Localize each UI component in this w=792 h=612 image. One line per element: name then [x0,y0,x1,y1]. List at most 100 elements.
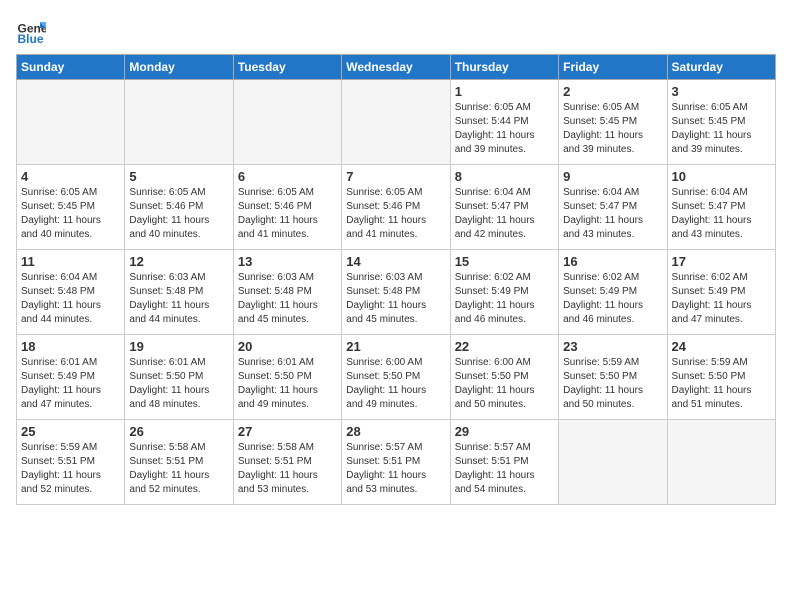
day-info: Sunrise: 5:59 AM Sunset: 5:51 PM Dayligh… [21,441,120,497]
calendar-cell: 24 Sunrise: 5:59 AM Sunset: 5:50 PM Dayli… [667,335,775,420]
day-info: Sunrise: 6:02 AM Sunset: 5:49 PM Dayligh… [563,271,662,327]
weekday-header-wednesday: Wednesday [342,55,450,80]
calendar-cell: 14Sunrise: 6:03 AM Sunset: 5:48 PM Dayli… [342,250,450,335]
day-number: 15 [455,254,554,269]
day-number: 24 [672,339,771,354]
day-number: 23 [563,339,662,354]
day-info: Sunrise: 6:05 AM Sunset: 5:45 PM Dayligh… [563,101,662,157]
weekday-header-sunday: Sunday [17,55,125,80]
day-info: Sunrise: 6:00 AM Sunset: 5:50 PM Dayligh… [455,356,554,412]
calendar-cell: 29 Sunrise: 5:57 AM Sunset: 5:51 PM Dayli… [450,420,558,505]
day-number: 6 [238,169,337,184]
day-number: 4 [21,169,120,184]
calendar-cell: 23 Sunrise: 5:59 AM Sunset: 5:50 PM Dayli… [559,335,667,420]
svg-text:Blue: Blue [18,32,44,46]
day-info: Sunrise: 6:01 AM Sunset: 5:50 PM Dayligh… [238,356,337,412]
day-number: 2 [563,84,662,99]
day-number: 1 [455,84,554,99]
calendar-cell: 9 Sunrise: 6:04 AM Sunset: 5:47 PM Daylig… [559,165,667,250]
calendar-cell: 5 Sunrise: 6:05 AM Sunset: 5:46 PM Daylig… [125,165,233,250]
day-number: 22 [455,339,554,354]
calendar-cell: 12 Sunrise: 6:03 AM Sunset: 5:48 PM Dayli… [125,250,233,335]
calendar-cell: 7 Sunrise: 6:05 AM Sunset: 5:46 PM Daylig… [342,165,450,250]
calendar-cell: 28 Sunrise: 5:57 AM Sunset: 5:51 PM Dayli… [342,420,450,505]
calendar-cell [559,420,667,505]
day-number: 3 [672,84,771,99]
day-info: Sunrise: 6:02 AM Sunset: 5:49 PM Dayligh… [455,271,554,327]
day-info: Sunrise: 5:58 AM Sunset: 5:51 PM Dayligh… [238,441,337,497]
day-number: 16 [563,254,662,269]
day-info: Sunrise: 5:59 AM Sunset: 5:50 PM Dayligh… [672,356,771,412]
day-number: 19 [129,339,228,354]
day-number: 5 [129,169,228,184]
calendar-cell: 18Sunrise: 6:01 AM Sunset: 5:49 PM Dayli… [17,335,125,420]
day-number: 25 [21,424,120,439]
calendar-cell: 26 Sunrise: 5:58 AM Sunset: 5:51 PM Dayli… [125,420,233,505]
calendar-cell: 17 Sunrise: 6:02 AM Sunset: 5:49 PM Dayli… [667,250,775,335]
day-info: Sunrise: 6:05 AM Sunset: 5:44 PM Dayligh… [455,101,554,157]
day-info: Sunrise: 6:05 AM Sunset: 5:46 PM Dayligh… [346,186,445,242]
calendar-cell: 1 Sunrise: 6:05 AM Sunset: 5:44 PM Daylig… [450,80,558,165]
calendar-cell: 2 Sunrise: 6:05 AM Sunset: 5:45 PM Daylig… [559,80,667,165]
day-info: Sunrise: 6:05 AM Sunset: 5:45 PM Dayligh… [672,101,771,157]
day-info: Sunrise: 6:02 AM Sunset: 5:49 PM Dayligh… [672,271,771,327]
day-number: 13 [238,254,337,269]
day-info: Sunrise: 6:04 AM Sunset: 5:47 PM Dayligh… [563,186,662,242]
calendar-table: SundayMondayTuesdayWednesdayThursdayFrid… [16,54,776,505]
calendar-cell: 3 Sunrise: 6:05 AM Sunset: 5:45 PM Daylig… [667,80,775,165]
day-info: Sunrise: 5:58 AM Sunset: 5:51 PM Dayligh… [129,441,228,497]
calendar-cell: 15 Sunrise: 6:02 AM Sunset: 5:49 PM Dayli… [450,250,558,335]
day-number: 28 [346,424,445,439]
calendar-cell: 13 Sunrise: 6:03 AM Sunset: 5:48 PM Dayli… [233,250,341,335]
calendar-cell: 22 Sunrise: 6:00 AM Sunset: 5:50 PM Dayli… [450,335,558,420]
day-number: 27 [238,424,337,439]
day-number: 26 [129,424,228,439]
weekday-header-monday: Monday [125,55,233,80]
day-number: 17 [672,254,771,269]
calendar-cell: 4 Sunrise: 6:05 AM Sunset: 5:45 PM Daylig… [17,165,125,250]
day-number: 29 [455,424,554,439]
calendar-cell: 20 Sunrise: 6:01 AM Sunset: 5:50 PM Dayli… [233,335,341,420]
day-info: Sunrise: 6:04 AM Sunset: 5:47 PM Dayligh… [672,186,771,242]
calendar-cell: 6 Sunrise: 6:05 AM Sunset: 5:46 PM Daylig… [233,165,341,250]
weekday-header-thursday: Thursday [450,55,558,80]
calendar-cell: 19 Sunrise: 6:01 AM Sunset: 5:50 PM Dayli… [125,335,233,420]
calendar-cell [125,80,233,165]
calendar-cell [667,420,775,505]
header: General Blue [16,16,776,46]
day-info: Sunrise: 6:03 AM Sunset: 5:48 PM Dayligh… [129,271,228,327]
day-info: Sunrise: 5:57 AM Sunset: 5:51 PM Dayligh… [455,441,554,497]
calendar-cell: 21 Sunrise: 6:00 AM Sunset: 5:50 PM Dayli… [342,335,450,420]
day-number: 7 [346,169,445,184]
day-number: 20 [238,339,337,354]
calendar-cell: 11Sunrise: 6:04 AM Sunset: 5:48 PM Dayli… [17,250,125,335]
day-number: 12 [129,254,228,269]
calendar-cell [17,80,125,165]
logo-icon: General Blue [16,16,46,46]
day-number: 10 [672,169,771,184]
day-number: 9 [563,169,662,184]
day-number: 18 [21,339,120,354]
weekday-header-tuesday: Tuesday [233,55,341,80]
day-info: Sunrise: 6:05 AM Sunset: 5:46 PM Dayligh… [129,186,228,242]
calendar-cell [342,80,450,165]
day-number: 14 [346,254,445,269]
weekday-header-friday: Friday [559,55,667,80]
day-info: Sunrise: 6:05 AM Sunset: 5:45 PM Dayligh… [21,186,120,242]
calendar-cell: 27 Sunrise: 5:58 AM Sunset: 5:51 PM Dayli… [233,420,341,505]
day-number: 8 [455,169,554,184]
day-info: Sunrise: 6:05 AM Sunset: 5:46 PM Dayligh… [238,186,337,242]
day-info: Sunrise: 5:59 AM Sunset: 5:50 PM Dayligh… [563,356,662,412]
day-info: Sunrise: 6:04 AM Sunset: 5:47 PM Dayligh… [455,186,554,242]
day-number: 21 [346,339,445,354]
calendar-cell: 8 Sunrise: 6:04 AM Sunset: 5:47 PM Daylig… [450,165,558,250]
day-info: Sunrise: 6:01 AM Sunset: 5:50 PM Dayligh… [129,356,228,412]
day-info: Sunrise: 6:00 AM Sunset: 5:50 PM Dayligh… [346,356,445,412]
day-info: Sunrise: 6:04 AM Sunset: 5:48 PM Dayligh… [21,271,120,327]
weekday-header-saturday: Saturday [667,55,775,80]
calendar-cell: 10 Sunrise: 6:04 AM Sunset: 5:47 PM Dayli… [667,165,775,250]
logo: General Blue [16,16,50,46]
calendar-cell: 16 Sunrise: 6:02 AM Sunset: 5:49 PM Dayli… [559,250,667,335]
day-info: Sunrise: 6:03 AM Sunset: 5:48 PM Dayligh… [238,271,337,327]
day-info: Sunrise: 5:57 AM Sunset: 5:51 PM Dayligh… [346,441,445,497]
